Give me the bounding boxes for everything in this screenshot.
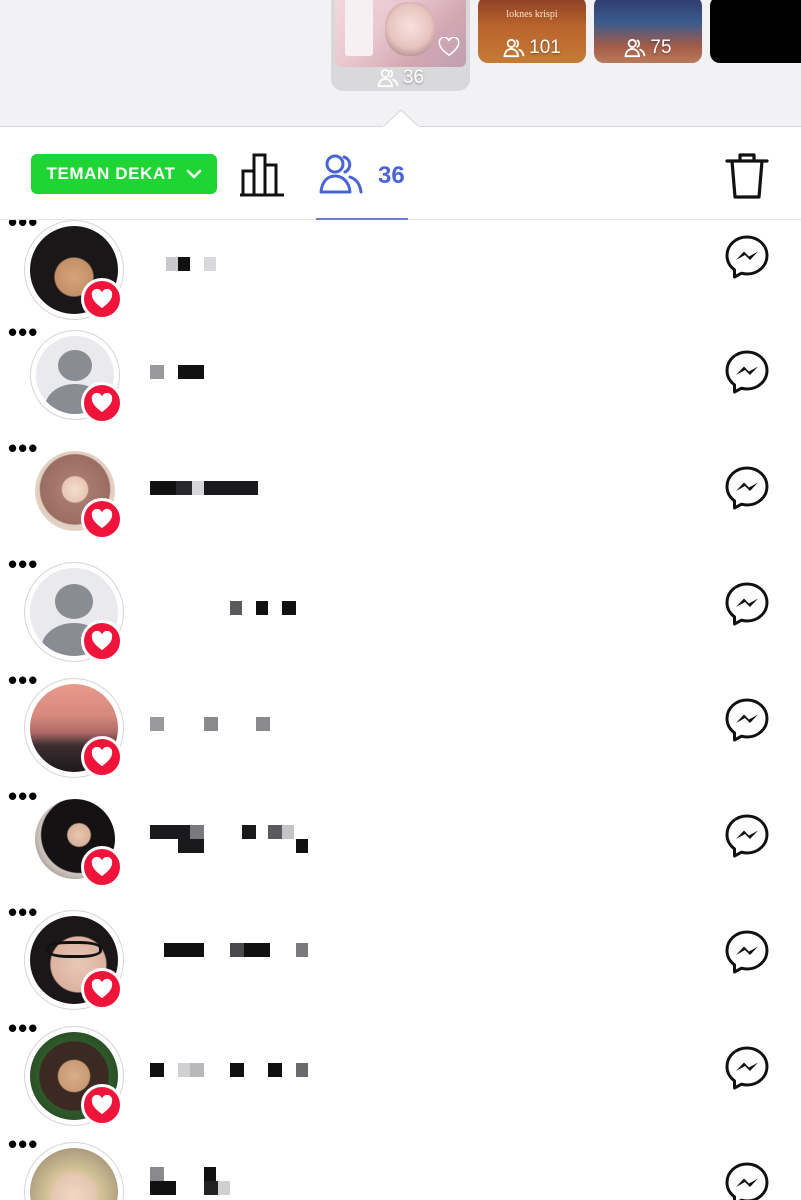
- heart-icon: [91, 509, 113, 529]
- more-dots-icon[interactable]: •••: [8, 1015, 38, 1041]
- story-viewers-count: 101: [478, 37, 586, 59]
- heart-reaction-badge: [81, 498, 123, 540]
- heart-icon: [91, 979, 113, 999]
- heart-icon: [91, 747, 113, 767]
- heart-reaction-badge: [81, 736, 123, 778]
- more-dots-icon[interactable]: •••: [8, 1131, 38, 1157]
- story-image: [335, 0, 466, 67]
- story-thumbnail[interactable]: 75: [594, 0, 702, 63]
- people-icon: [319, 154, 363, 194]
- viewer-row[interactable]: •••: [0, 899, 801, 1023]
- story-thumbnail[interactable]: [710, 0, 801, 63]
- heart-reaction-badge: [81, 278, 123, 320]
- viewer-name-redacted[interactable]: [150, 257, 320, 273]
- more-dots-icon[interactable]: •••: [8, 551, 38, 577]
- viewer-name-redacted[interactable]: [150, 1063, 320, 1079]
- viewer-name-redacted[interactable]: [150, 1167, 320, 1197]
- viewer-row[interactable]: •••: [0, 1015, 801, 1139]
- heart-reaction-badge: [81, 620, 123, 662]
- heart-icon: [91, 289, 113, 309]
- viewer-row[interactable]: •••: [0, 319, 801, 443]
- story-face: [385, 2, 435, 56]
- viewer-row[interactable]: •••: [0, 551, 801, 675]
- heart-icon: [91, 1095, 113, 1115]
- heart-icon: [91, 857, 113, 877]
- story-viewers-value: 75: [650, 37, 672, 58]
- viewers-toolbar: TEMAN DEKAT 36: [0, 127, 801, 220]
- heart-icon: [91, 393, 113, 413]
- messenger-icon[interactable]: [724, 929, 770, 975]
- audience-dropdown-button[interactable]: TEMAN DEKAT: [31, 154, 217, 194]
- story-strip: 36 loknes krispi 101 75: [0, 0, 801, 127]
- people-icon: [503, 38, 525, 58]
- more-dots-icon[interactable]: •••: [8, 319, 38, 345]
- story-menu-overlay: [345, 0, 373, 56]
- story-viewers-count: 36: [331, 67, 470, 89]
- more-dots-icon[interactable]: •••: [8, 899, 38, 925]
- story-viewers-value: 101: [529, 37, 561, 58]
- messenger-icon[interactable]: [724, 465, 770, 511]
- heart-reaction-badge: [81, 968, 123, 1010]
- chevron-down-icon: [186, 169, 201, 179]
- viewers-count: 36: [378, 162, 405, 189]
- story-thumbnail[interactable]: loknes krispi 101: [478, 0, 586, 63]
- tab-viewers[interactable]: 36: [316, 149, 408, 220]
- messenger-icon[interactable]: [724, 1161, 770, 1200]
- messenger-icon[interactable]: [724, 813, 770, 859]
- viewer-name-redacted[interactable]: [150, 717, 320, 733]
- more-dots-icon[interactable]: •••: [8, 667, 38, 693]
- story-thumbnail-selected[interactable]: 36: [331, 0, 470, 91]
- selection-pointer: [383, 109, 419, 127]
- viewer-name-redacted[interactable]: [150, 601, 320, 617]
- trash-icon[interactable]: [724, 151, 770, 201]
- story-viewers-count: 75: [594, 37, 702, 59]
- heart-reaction-badge: [81, 846, 123, 888]
- viewer-list: ••• ••• ••• ••• ••• ••• ••• ••• •••: [0, 220, 801, 1200]
- more-dots-icon[interactable]: •••: [8, 783, 38, 809]
- more-dots-icon[interactable]: •••: [8, 435, 38, 461]
- heart-reaction-badge: [81, 382, 123, 424]
- avatar[interactable]: [24, 1142, 124, 1200]
- story-caption: loknes krispi: [506, 9, 558, 20]
- viewer-row[interactable]: •••: [0, 220, 801, 333]
- people-icon: [624, 38, 646, 58]
- story-viewers-value: 36: [402, 67, 425, 88]
- viewer-row[interactable]: •••: [0, 435, 801, 559]
- more-dots-icon[interactable]: •••: [8, 220, 38, 235]
- audience-label: TEMAN DEKAT: [46, 164, 176, 183]
- heart-reaction-badge: [81, 1084, 123, 1126]
- avatar-photo: [30, 1148, 118, 1200]
- messenger-icon[interactable]: [724, 697, 770, 743]
- viewer-name-redacted[interactable]: [150, 943, 320, 959]
- messenger-icon[interactable]: [724, 581, 770, 627]
- heart-outline-icon: [438, 37, 460, 57]
- viewer-name-redacted[interactable]: [150, 825, 320, 855]
- messenger-icon[interactable]: [724, 234, 770, 280]
- messenger-icon[interactable]: [724, 349, 770, 395]
- viewer-name-redacted[interactable]: [150, 365, 320, 381]
- people-icon: [377, 68, 399, 88]
- viewer-row[interactable]: •••: [0, 667, 801, 791]
- bar-chart-icon[interactable]: [238, 151, 286, 199]
- viewer-name-redacted[interactable]: [150, 481, 320, 497]
- messenger-icon[interactable]: [724, 1045, 770, 1091]
- viewer-row[interactable]: •••: [0, 1131, 801, 1200]
- viewer-row[interactable]: •••: [0, 783, 801, 907]
- heart-icon: [91, 631, 113, 651]
